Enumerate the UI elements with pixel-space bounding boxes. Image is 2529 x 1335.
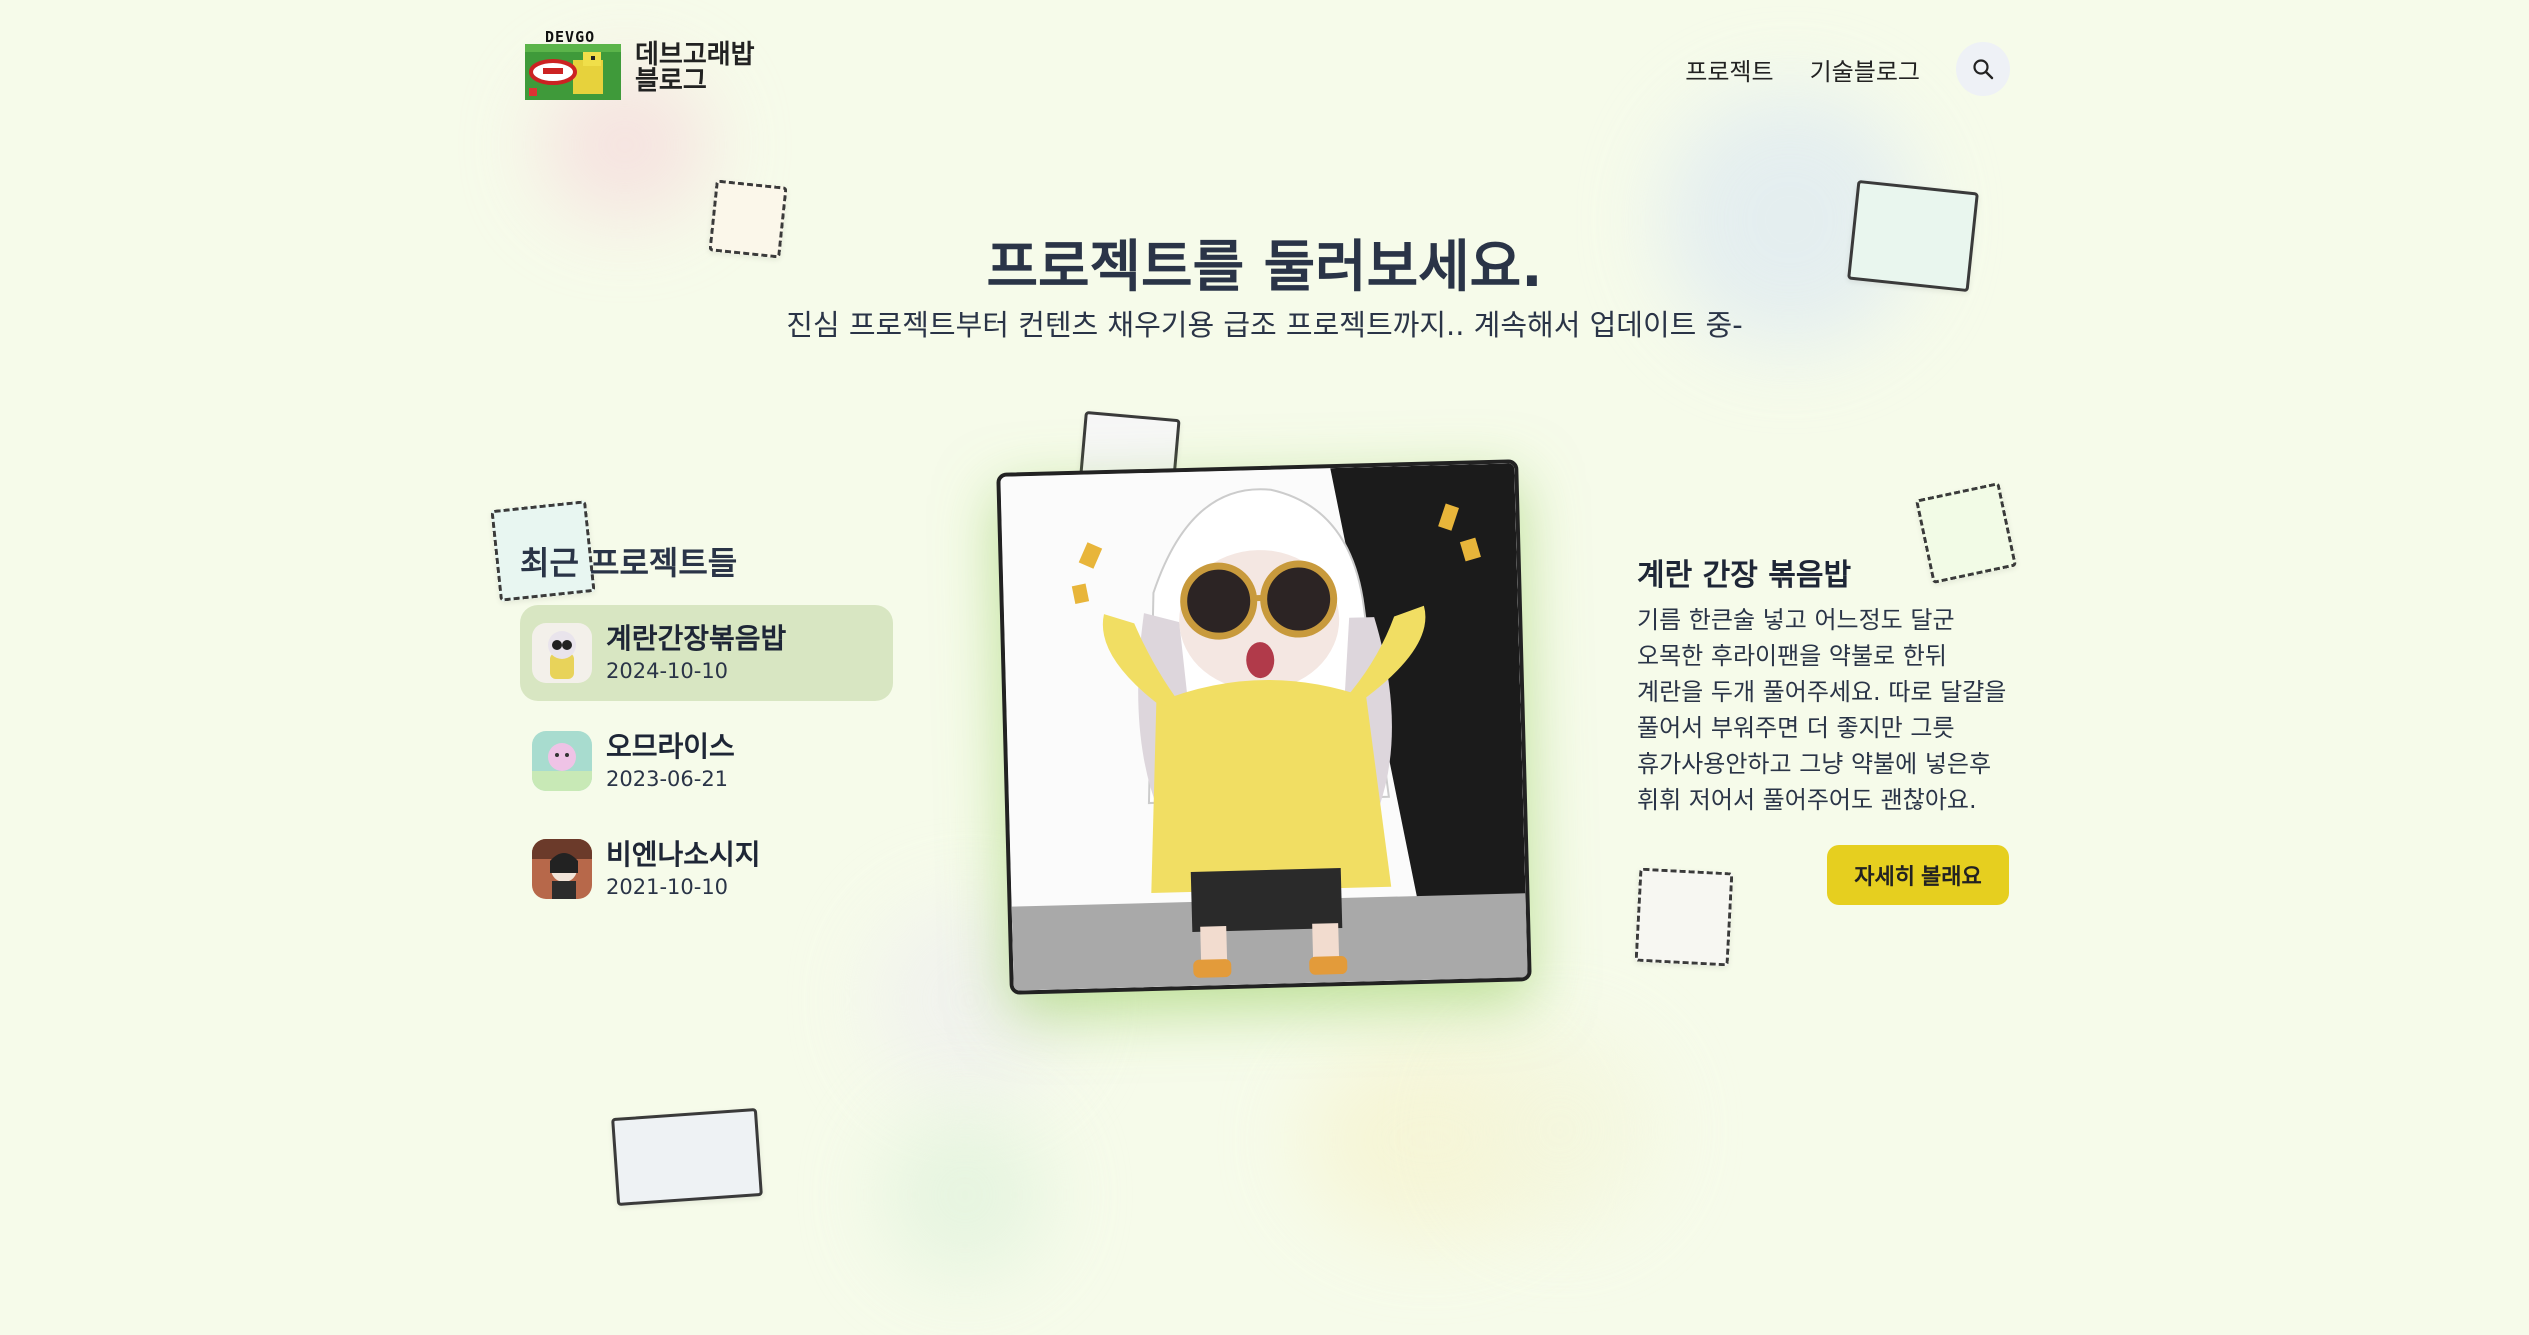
project-date: 2024-10-10 — [606, 659, 729, 683]
bg-blob — [1460, 1030, 1660, 1230]
site-title[interactable]: 데브고래밥 블로그 — [635, 42, 755, 94]
project-thumbnail — [532, 623, 592, 683]
project-title: 오므라이스 — [606, 730, 735, 763]
recent-projects-heading: 최근 프로젝트들 — [520, 544, 738, 582]
project-title: 비엔나소시지 — [606, 838, 761, 871]
project-thumbnail — [532, 839, 592, 899]
detail-description: 기름 한큰술 넣고 어느정도 달군 오목한 후라이팬을 약불로 한뒤 계란을 두… — [1637, 606, 2007, 814]
project-item[interactable]: 비엔나소시지 2021-10-10 — [520, 821, 893, 917]
nav-tech-blog[interactable]: 기술블로그 — [1810, 52, 1920, 87]
logo-badge: DEVGO — [545, 28, 596, 46]
project-thumbnail — [532, 731, 592, 791]
detail-title: 계란 간장 볶음밥 — [1637, 558, 1852, 593]
decor-square — [1634, 867, 1734, 967]
project-feature-image — [996, 459, 1532, 995]
nav-projects[interactable]: 프로젝트 — [1685, 52, 1773, 87]
bg-blob — [880, 1110, 1050, 1280]
page-title: 프로젝트를 둘러보세요. — [986, 235, 1543, 300]
logo-image[interactable]: DEVGO — [525, 28, 621, 104]
search-button[interactable] — [1956, 42, 2010, 96]
decor-square — [611, 1108, 763, 1206]
project-date: 2023-06-21 — [606, 767, 729, 791]
project-item[interactable]: 오므라이스 2023-06-21 — [520, 713, 893, 809]
site-header: DEVGO 데브고래밥 블로그 프로젝트 기술블로그 — [525, 28, 2010, 110]
main-nav: 프로젝트 기술블로그 — [1685, 42, 2010, 96]
project-item[interactable]: 계란간장볶음밥 2024-10-10 — [520, 605, 893, 701]
site-title-text: 데브고래밥 블로그 — [635, 40, 755, 96]
decor-square — [1914, 481, 2018, 585]
search-icon — [1973, 59, 1994, 80]
view-details-button[interactable]: 자세히 볼래요 — [1827, 845, 2009, 905]
project-title: 계란간장볶음밥 — [606, 622, 787, 655]
project-list: 계란간장볶음밥 2024-10-10 오므라이스 2023-06-21 비엔나소… — [520, 605, 893, 929]
page-subtitle: 진심 프로젝트부터 컨텐츠 채우기용 급조 프로젝트까지.. 계속해서 업데이트… — [786, 308, 1743, 342]
project-date: 2021-10-10 — [606, 875, 729, 899]
